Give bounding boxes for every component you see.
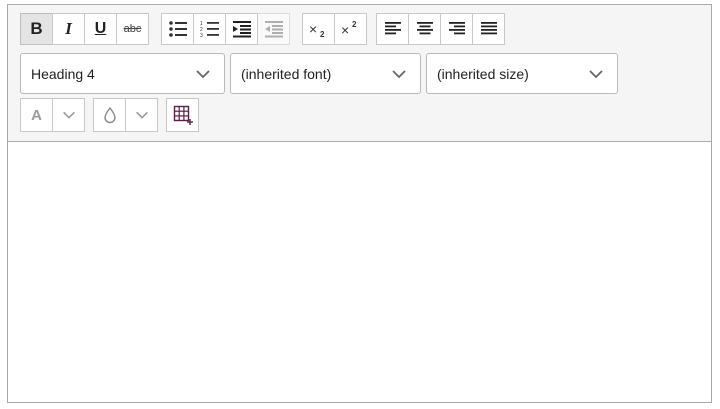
alignment-group	[376, 13, 505, 45]
table-group	[166, 98, 199, 132]
align-left-icon	[384, 22, 401, 35]
text-color-group: A	[20, 98, 85, 132]
bold-button[interactable]: B	[20, 13, 53, 45]
font-family-value: (inherited font)	[241, 65, 332, 82]
italic-button[interactable]: I	[52, 13, 85, 45]
block-format-value: Heading 4	[31, 65, 95, 82]
text-style-group: B I U abc	[20, 13, 149, 45]
indent-icon	[232, 21, 251, 38]
list-group: 1 2 3	[161, 13, 290, 45]
underline-button[interactable]: U	[84, 13, 117, 45]
strikethrough-button[interactable]: abc	[116, 13, 149, 45]
numbered-list-button[interactable]: 1 2 3	[193, 13, 226, 45]
bullet-list-button[interactable]	[161, 13, 194, 45]
justify-icon	[480, 22, 497, 35]
justify-button[interactable]	[472, 13, 505, 45]
background-color-icon	[103, 106, 116, 124]
align-right-button[interactable]	[440, 13, 473, 45]
svg-text:×: ×	[341, 22, 349, 38]
text-color-icon: A	[31, 106, 42, 124]
bold-label: B	[30, 19, 43, 38]
text-color-button[interactable]: A	[20, 98, 53, 132]
align-right-icon	[448, 22, 465, 35]
rich-text-editor: B I U abc 1 2 3 × 2 × 2 Heading 4 (inher…	[7, 4, 712, 403]
numbered-list-icon: 1 2 3	[200, 21, 219, 38]
superscript-icon: × 2	[341, 20, 357, 38]
svg-text:×: ×	[309, 21, 317, 37]
outdent-icon	[264, 21, 283, 38]
svg-text:3: 3	[200, 33, 203, 38]
table-insert-icon	[173, 105, 193, 125]
chevron-down-icon	[392, 69, 406, 78]
background-color-group	[93, 98, 158, 132]
align-center-button[interactable]	[408, 13, 441, 45]
bullet-list-icon	[168, 21, 187, 37]
align-center-icon	[416, 22, 433, 35]
font-size-select[interactable]: (inherited size)	[426, 53, 618, 94]
block-format-select[interactable]: Heading 4	[20, 53, 225, 94]
script-group: × 2 × 2	[302, 13, 367, 45]
chevron-down-icon	[135, 111, 148, 119]
insert-table-button[interactable]	[166, 98, 199, 132]
font-family-select[interactable]: (inherited font)	[230, 53, 421, 94]
indent-button[interactable]	[225, 13, 258, 45]
italic-label: I	[65, 19, 72, 38]
align-left-button[interactable]	[376, 13, 409, 45]
background-color-dropdown[interactable]	[125, 98, 158, 132]
font-size-value: (inherited size)	[437, 65, 529, 82]
background-color-button[interactable]	[93, 98, 126, 132]
text-color-dropdown[interactable]	[52, 98, 85, 132]
subscript-button[interactable]: × 2	[302, 13, 335, 45]
superscript-button[interactable]: × 2	[334, 13, 367, 45]
underline-label: U	[94, 20, 107, 37]
chevron-down-icon	[589, 69, 603, 78]
subscript-icon: × 2	[309, 21, 325, 38]
outdent-button[interactable]	[257, 13, 290, 45]
chevron-down-icon	[62, 111, 75, 119]
svg-text:2: 2	[352, 20, 357, 29]
editor-content-area[interactable]	[8, 142, 711, 402]
editor-toolbar: B I U abc 1 2 3 × 2 × 2 Heading 4 (inher…	[8, 5, 711, 142]
strikethrough-label: abc	[123, 23, 142, 35]
chevron-down-icon	[196, 69, 210, 78]
svg-text:2: 2	[320, 30, 325, 38]
